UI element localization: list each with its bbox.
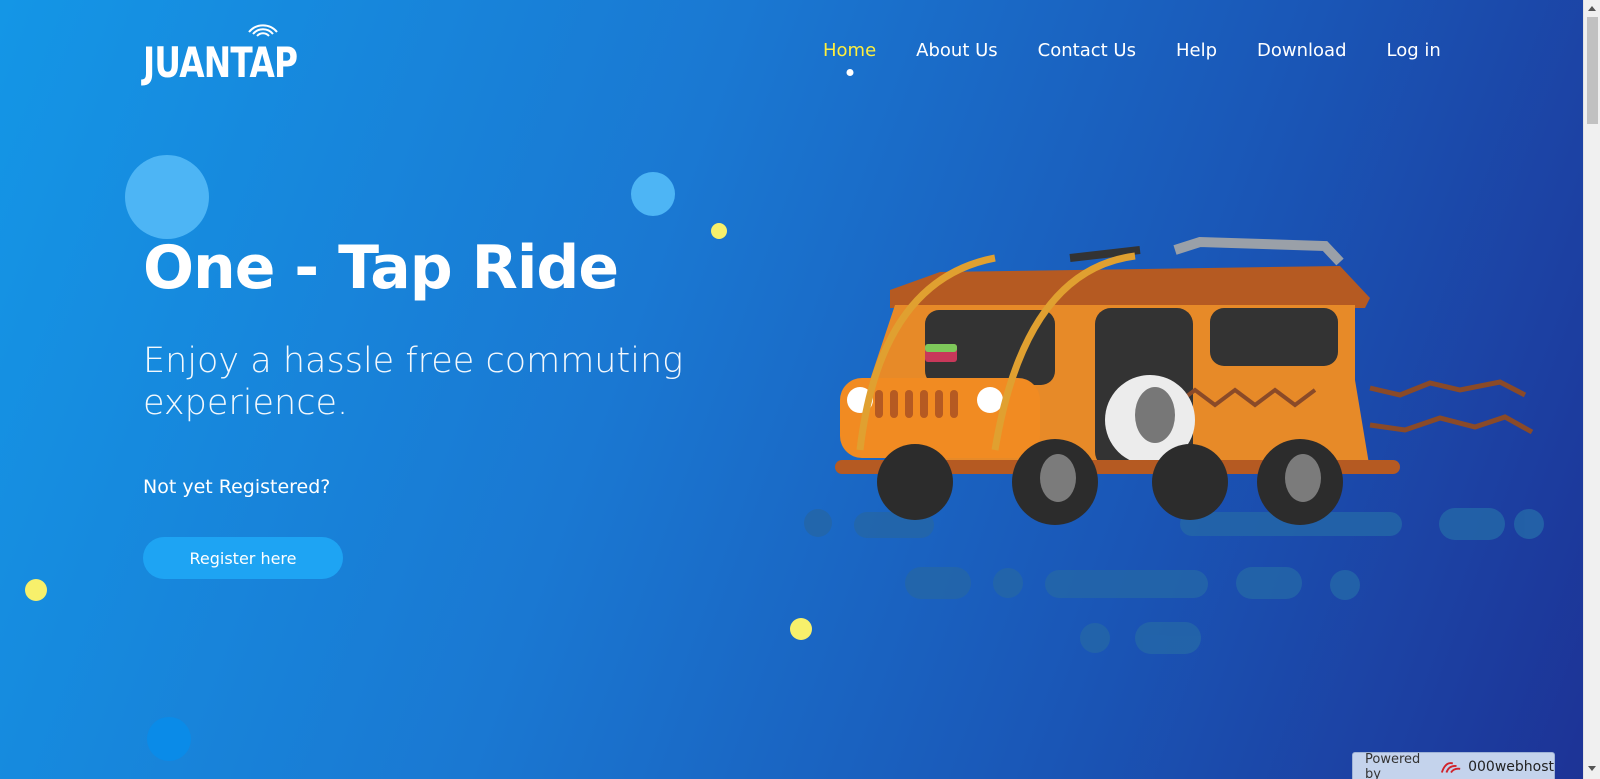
- decor-circle: [147, 717, 191, 761]
- powered-by-badge[interactable]: Powered by 000webhost: [1352, 752, 1555, 779]
- nav-label: Download: [1257, 40, 1347, 61]
- active-indicator-dot: [846, 69, 854, 76]
- scrollbar-thumb[interactable]: [1587, 17, 1598, 124]
- nav-item-download[interactable]: Download: [1257, 40, 1346, 61]
- nav-label: Home: [823, 40, 877, 61]
- nav-label: Log in: [1386, 40, 1441, 61]
- decor-dot-yellow: [711, 223, 727, 239]
- page: JUANTAP Home About Us Contact Us Help Do…: [0, 0, 1583, 779]
- nav-item-about-us[interactable]: About Us: [916, 40, 998, 61]
- vertical-scrollbar[interactable]: [1583, 0, 1600, 779]
- nfc-tap-icon: [248, 24, 278, 37]
- registration-prompt: Not yet Registered?: [143, 476, 331, 498]
- hero-title: One - Tap Ride: [143, 233, 619, 303]
- main-nav: Home About Us Contact Us Help Download L…: [823, 40, 1481, 76]
- nav-item-home[interactable]: Home: [823, 40, 877, 76]
- scroll-up-icon[interactable]: [1588, 6, 1596, 11]
- 000webhost-logo-icon: [1441, 762, 1461, 774]
- nav-item-contact-us[interactable]: Contact Us: [1038, 40, 1136, 61]
- powered-by-brand: 000webhost: [1468, 759, 1554, 775]
- decor-circle: [125, 155, 209, 239]
- nav-item-help[interactable]: Help: [1176, 40, 1217, 61]
- nav-label: Help: [1175, 40, 1218, 61]
- jeepney-illustration: [804, 236, 1544, 654]
- scroll-down-icon[interactable]: [1588, 766, 1596, 771]
- nav-label: About Us: [916, 40, 998, 61]
- register-button[interactable]: Register here: [143, 537, 343, 579]
- decor-dot-yellow: [25, 579, 47, 601]
- decor-circle: [631, 172, 675, 216]
- hero-subtitle: Enjoy a hassle free commuting experience…: [143, 341, 684, 423]
- site-logo[interactable]: JUANTAP: [143, 24, 341, 84]
- nav-item-log-in[interactable]: Log in: [1387, 40, 1441, 61]
- nav-label: Contact Us: [1037, 40, 1136, 61]
- powered-by-label: Powered by: [1365, 752, 1421, 779]
